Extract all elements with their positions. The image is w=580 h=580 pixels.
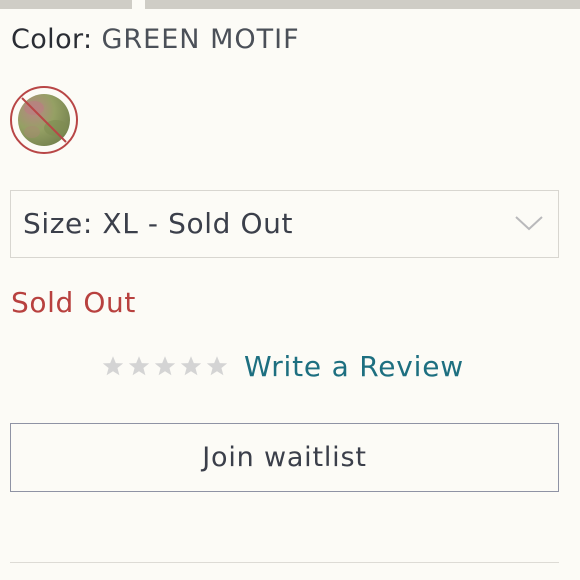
size-dropdown[interactable]: Size: XL - Sold Out	[10, 190, 559, 258]
star-icon	[128, 356, 150, 376]
product-detail-panel: Color: GREEN MOTIF Size: XL - Sold Out S…	[0, 0, 580, 580]
section-divider	[10, 562, 559, 563]
color-swatch-green-motif[interactable]	[10, 86, 78, 154]
thumbnail-image[interactable]	[145, 0, 580, 9]
chevron-down-icon	[514, 211, 544, 239]
color-label: Color:	[11, 24, 93, 55]
review-summary: Write a Review	[100, 346, 464, 386]
swatch-image	[18, 94, 70, 146]
star-icon	[206, 356, 228, 376]
image-thumbnail-strip	[0, 0, 580, 10]
star-icon	[154, 356, 176, 376]
write-review-link[interactable]: Write a Review	[244, 350, 464, 383]
thumbnail-image[interactable]	[0, 0, 132, 9]
star-rating	[100, 353, 230, 379]
color-selector-label: Color: GREEN MOTIF	[11, 24, 300, 55]
color-value: GREEN MOTIF	[101, 24, 300, 55]
availability-status: Sold Out	[11, 286, 136, 319]
star-icon	[102, 356, 124, 376]
star-icon	[180, 356, 202, 376]
size-selected-value: Size: XL - Sold Out	[23, 207, 294, 240]
join-waitlist-button[interactable]: Join waitlist	[10, 423, 559, 492]
